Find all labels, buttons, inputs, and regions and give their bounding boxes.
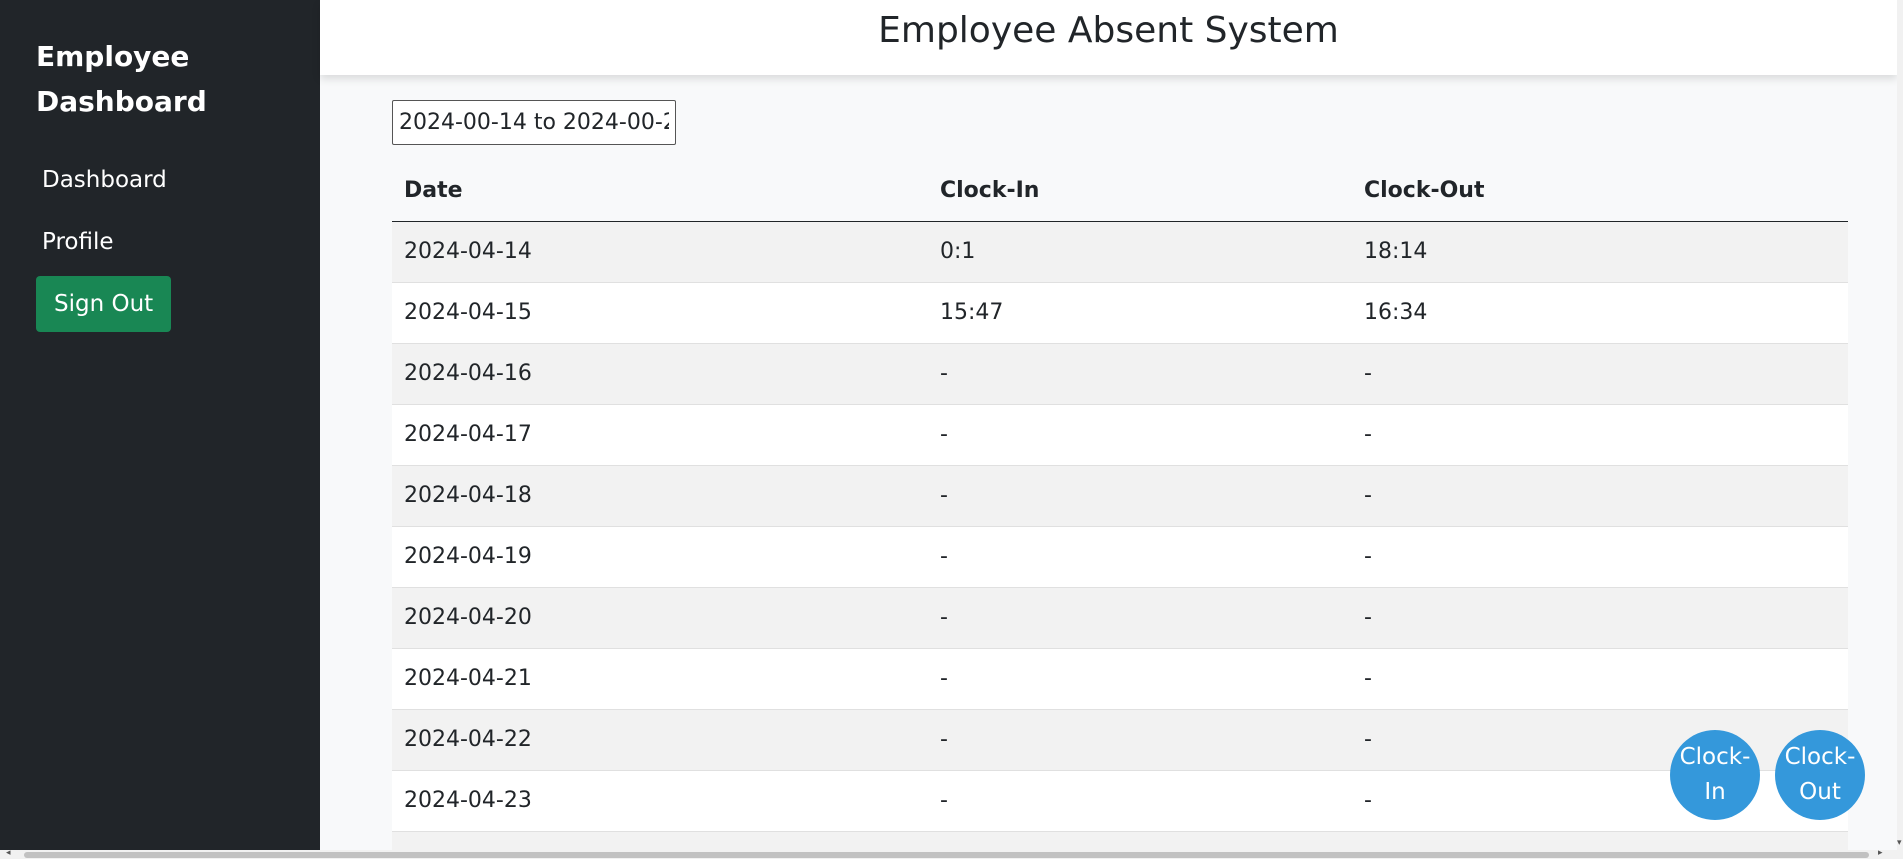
cell-date: 2024-04-22 xyxy=(392,709,928,771)
cell-clock-out: - xyxy=(1352,526,1848,588)
cell-clock-in: - xyxy=(928,587,1352,649)
cell-clock-in: 0:1 xyxy=(928,221,1352,283)
page-title: Employee Absent System xyxy=(878,10,1339,51)
cell-clock-in: - xyxy=(928,770,1352,832)
vertical-scrollbar[interactable]: ▾ xyxy=(1897,0,1903,850)
cell-clock-in: - xyxy=(928,465,1352,527)
cell-clock-out: - xyxy=(1352,465,1848,527)
clock-in-button[interactable]: Clock-In xyxy=(1670,730,1760,820)
cell-date: 2024-04-15 xyxy=(392,282,928,344)
cell-clock-in: - xyxy=(928,709,1352,771)
table-row: 2024-04-20 - - xyxy=(392,587,1848,649)
cell-clock-out: - xyxy=(1352,404,1848,466)
table-header-row: Date Clock-In Clock-Out xyxy=(392,161,1848,222)
cell-clock-out: - xyxy=(1352,648,1848,710)
column-header-clock-out: Clock-Out xyxy=(1352,161,1848,222)
cell-clock-in: - xyxy=(928,648,1352,710)
cell-clock-out: - xyxy=(1352,770,1848,832)
table-row: 2024-04-17 - - xyxy=(392,404,1848,466)
scroll-right-arrow-icon[interactable]: ▸ xyxy=(1878,848,1883,858)
clock-out-button[interactable]: Clock-Out xyxy=(1775,730,1865,820)
table-row: 2024-04-15 15:47 16:34 xyxy=(392,282,1848,344)
horizontal-scroll-thumb[interactable] xyxy=(24,852,1869,858)
scroll-left-arrow-icon[interactable]: ◂ xyxy=(6,848,11,858)
table-row: 2024-04-23 - - xyxy=(392,770,1848,832)
table-row: 2024-04-14 0:1 18:14 xyxy=(392,221,1848,283)
sidebar-item-profile[interactable]: Profile xyxy=(36,212,284,272)
cell-date: 2024-04-17 xyxy=(392,404,928,466)
table-row: 2024-04-18 - - xyxy=(392,465,1848,527)
page-header: Employee Absent System xyxy=(320,0,1897,75)
cell-date: 2024-04-23 xyxy=(392,770,928,832)
cell-clock-in: - xyxy=(928,526,1352,588)
cell-date: 2024-04-16 xyxy=(392,343,928,405)
date-range-input[interactable] xyxy=(392,100,676,145)
cell-date: 2024-04-19 xyxy=(392,526,928,588)
main-content: Date Clock-In Clock-Out 2024-04-14 0:1 1… xyxy=(392,100,1848,859)
cell-clock-out: - xyxy=(1352,587,1848,649)
scroll-down-arrow-icon[interactable]: ▾ xyxy=(1897,838,1902,848)
cell-clock-in: 15:47 xyxy=(928,282,1352,344)
cell-date: 2024-04-21 xyxy=(392,648,928,710)
table-row: 2024-04-22 - - xyxy=(392,709,1848,771)
horizontal-scrollbar[interactable]: ◂ ▸ xyxy=(0,848,1903,859)
cell-date: 2024-04-20 xyxy=(392,587,928,649)
cell-clock-in: - xyxy=(928,404,1352,466)
attendance-table: Date Clock-In Clock-Out 2024-04-14 0:1 1… xyxy=(392,161,1848,859)
cell-clock-out: - xyxy=(1352,709,1848,771)
sidebar-item-dashboard[interactable]: Dashboard xyxy=(36,152,284,212)
column-header-clock-in: Clock-In xyxy=(928,161,1352,222)
sign-out-button[interactable]: Sign Out xyxy=(36,276,172,332)
table-row: 2024-04-19 - - xyxy=(392,526,1848,588)
brand-title: Employee Dashboard xyxy=(36,40,207,118)
table-row: 2024-04-16 - - xyxy=(392,343,1848,405)
cell-clock-in: - xyxy=(928,343,1352,405)
table-row: 2024-04-21 - - xyxy=(392,648,1848,710)
column-header-date: Date xyxy=(392,161,928,222)
cell-date: 2024-04-18 xyxy=(392,465,928,527)
sidebar-nav: Dashboard Profile xyxy=(36,152,284,272)
cell-clock-out: - xyxy=(1352,343,1848,405)
cell-date: 2024-04-14 xyxy=(392,221,928,283)
cell-clock-out: 18:14 xyxy=(1352,221,1848,283)
cell-clock-out: 16:34 xyxy=(1352,282,1848,344)
sidebar: Employee Dashboard Dashboard Profile Sig… xyxy=(0,0,320,850)
